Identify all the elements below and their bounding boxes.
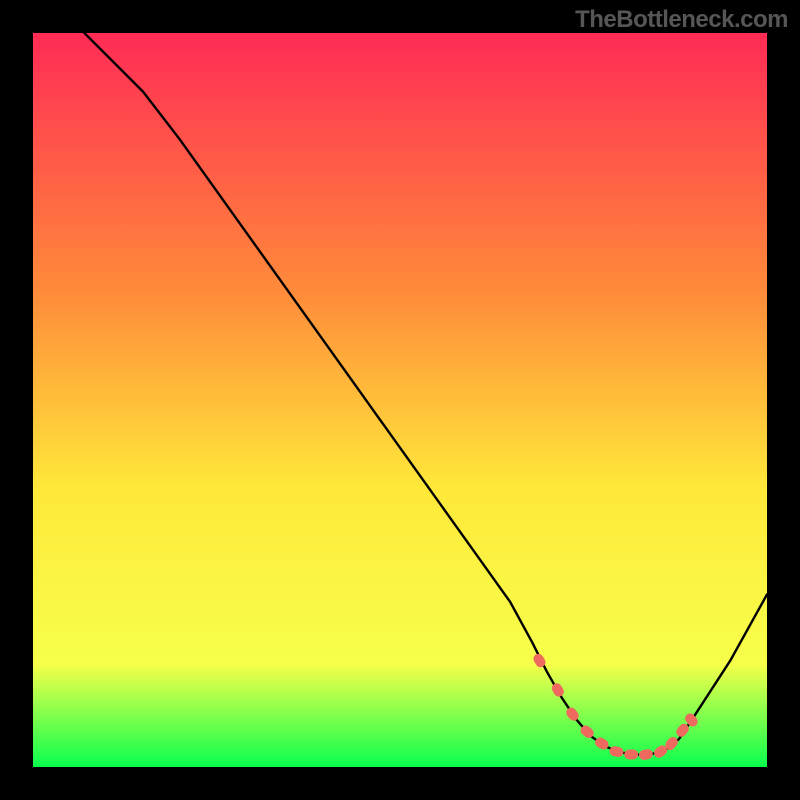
gradient-background: [33, 33, 767, 767]
bottleneck-chart: [33, 33, 767, 767]
plot-area: [33, 33, 767, 767]
chart-frame: TheBottleneck.com: [0, 0, 800, 800]
watermark-text: TheBottleneck.com: [575, 6, 788, 34]
marker-dot: [624, 750, 638, 760]
